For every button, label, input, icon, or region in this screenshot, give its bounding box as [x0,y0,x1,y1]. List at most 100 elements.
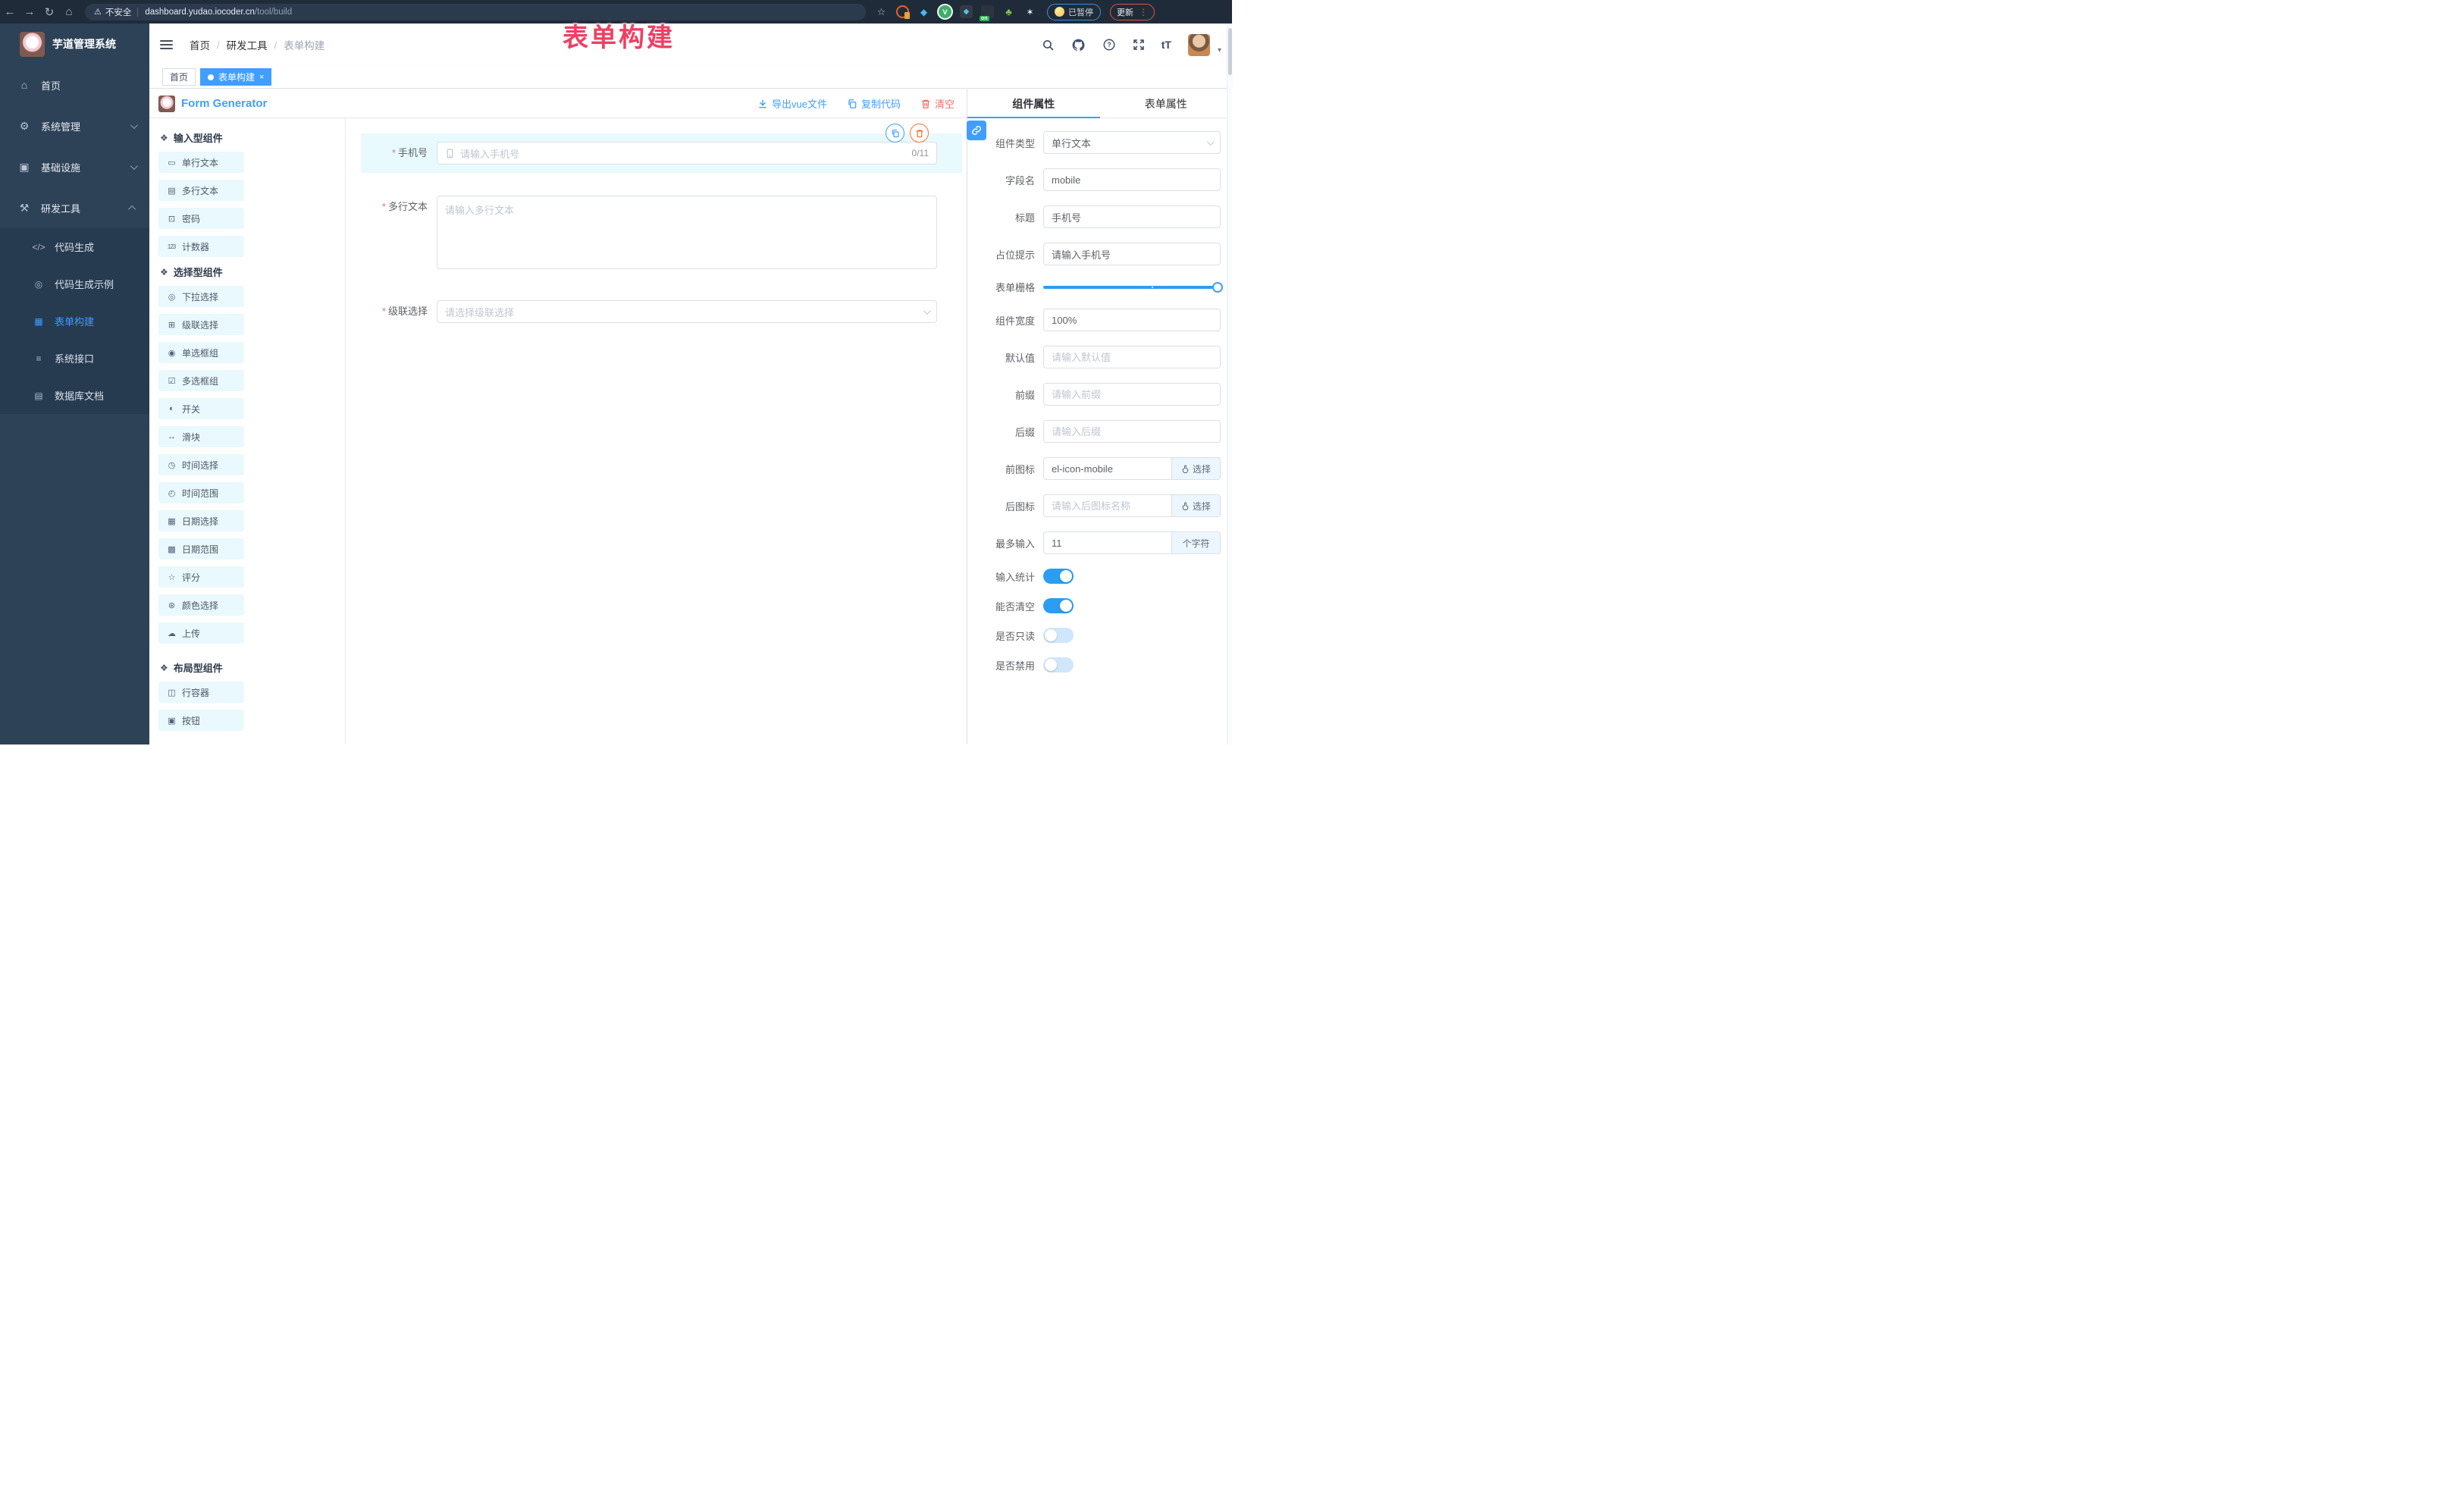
menu-toggle-icon[interactable] [160,38,173,52]
sidebar-item-db-doc[interactable]: ▤ 数据库文档 [0,377,149,414]
clear-button[interactable]: 清空 [920,96,955,111]
component-counter[interactable]: 123 计数器 [158,236,244,257]
sidebar-item-form-builder[interactable]: ▦ 表单构建 [0,303,149,340]
component-row-container[interactable]: ◫ 行容器 [158,682,244,703]
component-type-select[interactable]: 单行文本 [1043,131,1221,154]
canvas-row-cascader[interactable]: *级联选择 请选择级联选择 [361,300,962,323]
component-cascader[interactable]: ⊞ 级联选择 [158,314,244,335]
form-grid-slider[interactable] [1043,282,1218,293]
tag-label: 首页 [170,71,188,83]
app-logo-area[interactable]: 芋道管理系统 [0,24,149,64]
cascader-select[interactable]: 请选择级联选择 [437,300,937,323]
prefix-input[interactable] [1043,383,1221,406]
extension-on-icon[interactable] [981,5,994,18]
address-bar[interactable]: ⚠ 不安全 dashboard.yudao.iocoder.cn /tool/b… [85,4,866,20]
component-width-input[interactable] [1043,309,1221,331]
component-single-line-text[interactable]: ▭ 单行文本 [158,152,244,173]
title-input[interactable] [1043,205,1221,228]
search-icon[interactable] [1042,39,1055,52]
component-password[interactable]: ⊡ 密码 [158,208,244,229]
textarea-icon: ▤ [165,186,177,196]
tab-component-props[interactable]: 组件属性 [967,89,1100,118]
browser-forward-button[interactable]: → [20,5,39,18]
font-size-icon[interactable]: tT [1161,39,1171,51]
sidebar-item-infra[interactable]: ▣ 基础设施 [0,146,149,187]
paused-badge[interactable]: 已暂停 [1047,4,1101,20]
export-vue-button[interactable]: 导出vue文件 [757,96,827,111]
github-icon[interactable] [1071,38,1086,52]
tab-form-props[interactable]: 表单属性 [1100,89,1233,118]
component-switch[interactable]: ◐ 开关 [158,398,244,419]
clearable-toggle[interactable] [1043,598,1074,613]
mobile-input[interactable]: 请输入手机号 0/11 [437,142,937,165]
puzzle-icon: ❖ [160,267,168,277]
suffix-input[interactable] [1043,420,1221,443]
avatar-caret-icon[interactable]: ▾ [1218,46,1221,55]
component-date-picker[interactable]: ▦ 日期选择 [158,510,244,531]
update-button[interactable]: 更新 ⋮ [1110,4,1155,20]
browser-home-button[interactable]: ⌂ [59,5,79,18]
component-multi-line-text[interactable]: ▤ 多行文本 [158,180,244,201]
suffix-icon-input[interactable] [1043,494,1172,517]
sidebar-item-devtools[interactable]: ⚒ 研发工具 [0,187,149,228]
slider-handle[interactable] [1212,282,1223,293]
slider-track[interactable] [1043,286,1218,289]
component-upload[interactable]: ☁ 上传 [158,622,244,644]
tag-form-builder[interactable]: 表单构建 × [200,68,271,86]
panel-field-input-stats: 输入统计 [973,569,1221,584]
window-scrollbar[interactable] [1227,24,1232,744]
breadcrumb-devtools[interactable]: 研发工具 [227,37,268,52]
component-radio-group[interactable]: ◉ 单选框组 [158,342,244,363]
component-dropdown-select[interactable]: ◎ 下拉选择 [158,286,244,307]
sidebar-item-home[interactable]: ⌂ 首页 [0,64,149,105]
duplicate-field-button[interactable] [886,124,904,143]
copy-code-button[interactable]: 复制代码 [847,96,901,111]
close-icon[interactable]: × [259,73,264,82]
browser-back-button[interactable]: ← [0,5,20,18]
avatar[interactable] [1188,34,1210,56]
sidebar-item-system-api[interactable]: ≡ 系统接口 [0,340,149,377]
extension-plant-icon[interactable]: ♣ [1002,5,1015,18]
canvas-row-textarea[interactable]: *多行文本 [361,196,962,271]
extension-gem-icon[interactable]: ◆ [917,5,930,18]
bookmark-star-icon[interactable]: ☆ [875,5,888,18]
readonly-toggle[interactable] [1043,628,1074,643]
placeholder-input[interactable] [1043,243,1221,265]
component-time-picker[interactable]: ◷ 时间选择 [158,454,244,475]
sidebar-item-code-gen[interactable]: </> 代码生成 [0,228,149,265]
browser-reload-button[interactable]: ↻ [39,5,59,19]
delete-field-button[interactable] [910,124,929,143]
input-stats-toggle[interactable] [1043,569,1074,584]
choose-suffix-icon-button[interactable]: 选择 [1172,494,1221,517]
form-canvas[interactable]: *手机号 请输入手机号 0/11 *多行文本 [346,118,967,744]
component-button[interactable]: ▣ 按钮 [158,710,244,731]
sidebar-item-code-gen-demo[interactable]: ◎ 代码生成示例 [0,265,149,303]
canvas-row-mobile[interactable]: *手机号 请输入手机号 0/11 [361,133,962,173]
component-slider[interactable]: ↔ 滑块 [158,426,244,447]
link-handle-button[interactable] [967,121,986,140]
fullscreen-icon[interactable] [1133,39,1145,51]
sidebar-item-system[interactable]: ⚙ 系统管理 [0,105,149,146]
breadcrumb-home[interactable]: 首页 [190,37,210,52]
disabled-toggle[interactable] [1043,657,1074,672]
component-color-picker[interactable]: ⊛ 颜色选择 [158,594,244,616]
choose-prefix-icon-button[interactable]: 选择 [1172,457,1221,480]
max-length-input[interactable] [1043,531,1172,554]
browser-menu-dots-icon[interactable]: ⋮ [1139,7,1148,17]
component-time-range[interactable]: ◴ 时间范围 [158,482,244,503]
vue-devtools-icon[interactable]: V [939,5,951,18]
component-date-range[interactable]: ▩ 日期范围 [158,538,244,560]
component-rate[interactable]: ☆ 评分 [158,566,244,588]
extension-icon[interactable]: ◆ [960,5,973,18]
extension-star-icon[interactable]: ✶ [1024,5,1036,18]
extension-icon[interactable] [896,5,909,18]
code-icon: </> [32,242,45,252]
tag-home[interactable]: 首页 [162,68,196,86]
help-icon[interactable]: ? [1102,38,1116,52]
scrollbar-thumb[interactable] [1228,28,1232,75]
field-name-input[interactable] [1043,168,1221,191]
prefix-icon-input[interactable] [1043,457,1172,480]
default-value-input[interactable] [1043,346,1221,368]
textarea-field[interactable] [437,196,937,269]
component-checkbox-group[interactable]: ☑ 多选框组 [158,370,244,391]
